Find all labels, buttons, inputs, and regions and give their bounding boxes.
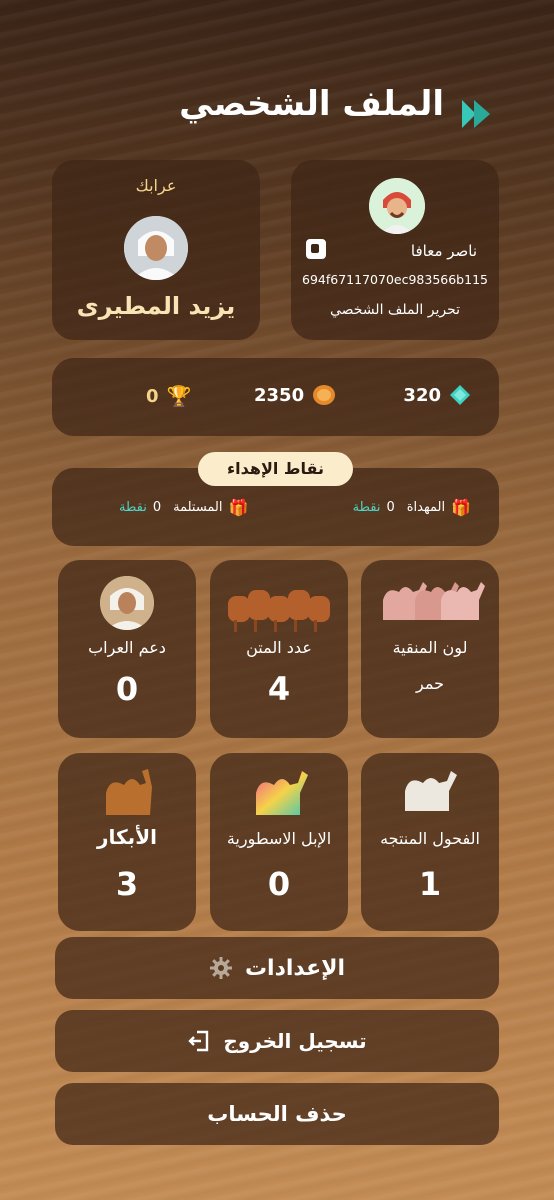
gift-points-card: نقاط الإهداء 🎁 المهداة 0 نقطة 🎁 المستلمة… <box>52 452 499 546</box>
tile-young-value: 3 <box>115 865 139 903</box>
gift-points-title: نقاط الإهداء <box>198 452 353 486</box>
tile-young: الأبكار 3 <box>58 753 196 931</box>
user-name: ناصر معافا <box>410 242 477 260</box>
gift-received-value: 0 <box>152 500 162 515</box>
gift-received-label: المستلمة <box>173 500 223 515</box>
gem-icon <box>450 385 470 405</box>
trophy-stat: 🏆 0 <box>146 384 191 408</box>
gear-icon <box>209 957 232 979</box>
tile-color-value: حمر <box>416 674 444 693</box>
herd-icon <box>228 590 330 632</box>
gift-received-icon: 🎁 <box>228 498 249 517</box>
owner-name: يزيد المطيرى <box>76 292 236 320</box>
user-card: ناصر معافا 694f67117070ec983566b115 تحري… <box>291 160 499 340</box>
tile-legendary-label: الإبل الاسطورية <box>226 829 332 848</box>
tile-legendary-value: 0 <box>267 865 291 903</box>
gift-given-label: المهداة <box>406 500 446 515</box>
tile-stallions: الفحول المنتجه 1 <box>361 753 499 931</box>
delete-account-button[interactable]: حذف الحساب <box>55 1083 499 1145</box>
brown-camel-icon <box>106 769 152 815</box>
coin-count: 2350 <box>254 384 305 406</box>
arrow-icon <box>458 96 494 136</box>
tile-support: دعم العراب 0 <box>58 560 196 738</box>
support-avatar <box>100 576 154 630</box>
delete-account-label: حذف الحساب <box>207 1102 347 1126</box>
tile-count-value: 4 <box>267 670 291 708</box>
rainbow-camel-icon <box>256 771 308 815</box>
user-avatar <box>369 178 425 234</box>
page-title: الملف الشخصي <box>179 84 444 124</box>
logout-icon <box>188 1030 209 1052</box>
tile-support-value: 0 <box>115 670 139 708</box>
trophy-count: 0 <box>146 385 159 407</box>
tile-stallions-value: 1 <box>418 865 442 903</box>
gem-count: 320 <box>403 384 441 406</box>
tile-legendary: الإبل الاسطورية 0 <box>210 753 348 931</box>
tile-young-label: الأبكار <box>97 825 157 849</box>
trophy-icon: 🏆 <box>166 384 192 408</box>
settings-label: الإعدادات <box>244 955 346 981</box>
owner-card: عرابك يزيد المطيرى <box>52 160 260 340</box>
gift-received-unit: نقطة <box>119 500 147 515</box>
gem-stat: 320 <box>403 384 471 406</box>
tile-count: عدد المتن 4 <box>210 560 348 738</box>
gift-given: 🎁 المهداة 0 نقطة <box>353 498 471 517</box>
coin-stat: 2350 <box>254 384 336 406</box>
edit-profile-link[interactable]: تحرير الملف الشخصي <box>291 302 499 318</box>
owner-avatar <box>124 216 188 280</box>
logout-button[interactable]: تسجيل الخروج <box>55 1010 499 1072</box>
tile-color-label: لون المنقية <box>392 638 468 657</box>
tile-color: لون المنقية حمر <box>361 560 499 738</box>
gift-icon: 🎁 <box>451 498 471 517</box>
tile-stallions-label: الفحول المنتجه <box>380 829 480 848</box>
camels-icon <box>383 582 485 620</box>
white-camel-icon <box>405 771 457 811</box>
copy-icon[interactable] <box>306 239 326 259</box>
settings-button[interactable]: الإعدادات <box>55 937 499 999</box>
gift-given-value: 0 <box>386 500 395 515</box>
gift-received: 🎁 المستلمة 0 نقطة <box>119 498 248 517</box>
user-id: 694f67117070ec983566b115 <box>302 272 488 287</box>
tile-support-label: دعم العراب <box>88 638 166 657</box>
gift-given-unit: نقطة <box>352 500 381 515</box>
coin-icon <box>313 385 336 405</box>
owner-label: عرابك <box>135 176 177 195</box>
tile-count-label: عدد المتن <box>246 638 312 657</box>
logout-label: تسجيل الخروج <box>223 1029 367 1053</box>
stats-bar: 320 2350 🏆 0 <box>52 358 499 436</box>
